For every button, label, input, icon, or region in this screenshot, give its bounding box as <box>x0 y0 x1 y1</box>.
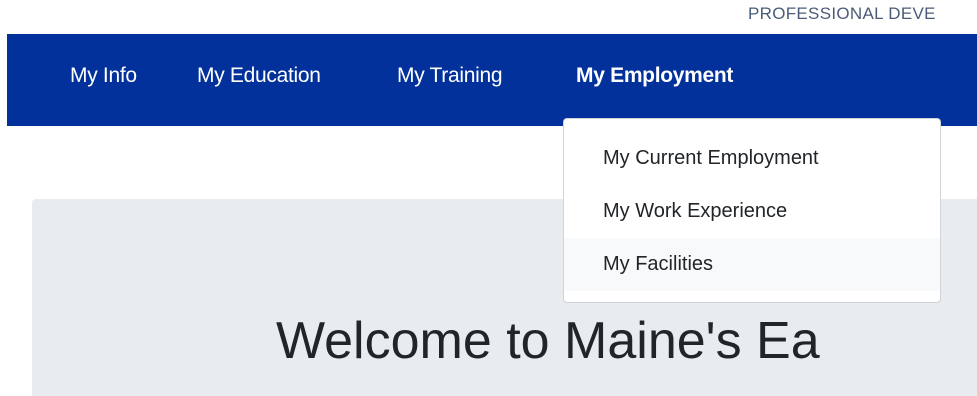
nav-item-my-education[interactable]: My Education <box>197 64 321 88</box>
nav-item-my-employment[interactable]: My Employment <box>576 64 733 88</box>
main-navbar: My Info My Education My Training My Empl… <box>7 34 977 126</box>
program-title: PROFESSIONAL DEVE <box>748 4 936 23</box>
dropdown-item-facilities[interactable]: My Facilities <box>564 238 940 291</box>
hero-title: Welcome to Maine's Ea <box>276 312 820 370</box>
nav-item-my-training[interactable]: My Training <box>397 64 503 88</box>
dropdown-item-work-experience[interactable]: My Work Experience <box>564 185 940 238</box>
dropdown-item-current-employment[interactable]: My Current Employment <box>564 132 940 185</box>
nav-item-my-info[interactable]: My Info <box>70 64 137 88</box>
top-header-strip: PROFESSIONAL DEVE <box>0 0 977 34</box>
employment-dropdown-menu: My Current Employment My Work Experience… <box>563 118 941 303</box>
